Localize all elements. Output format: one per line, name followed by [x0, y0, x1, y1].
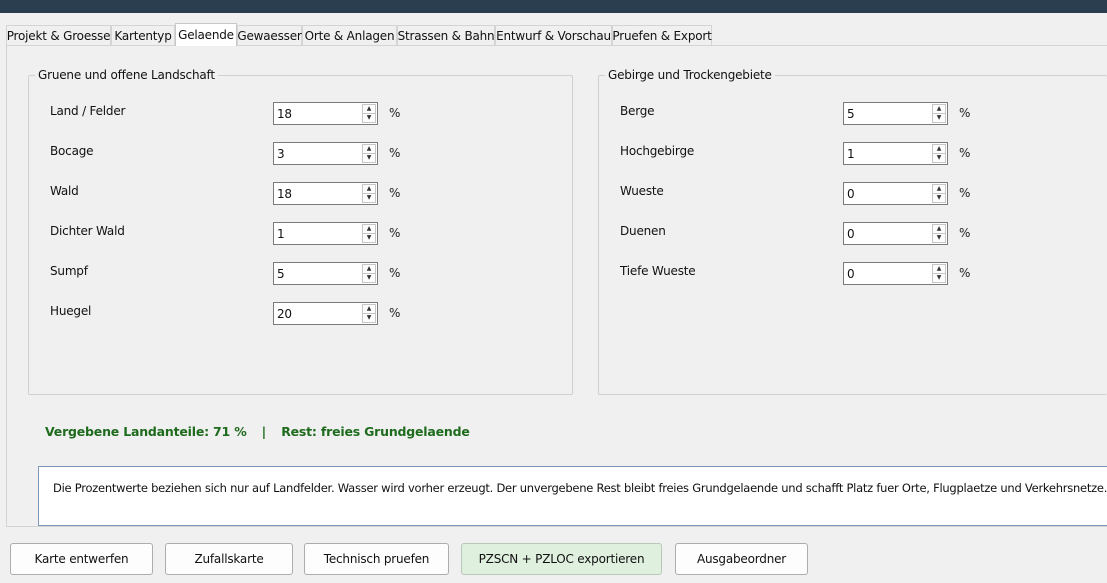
spin-up-icon[interactable]: ▲: [362, 184, 376, 194]
spinbox-value[interactable]: [275, 105, 359, 122]
unit-percent: %: [959, 106, 971, 120]
spinbox-wald[interactable]: ▲▼: [273, 182, 378, 205]
unit-percent: %: [959, 186, 971, 200]
spinbox-value[interactable]: [845, 265, 929, 282]
spin-down-icon[interactable]: ▼: [932, 234, 946, 243]
window-titlebar: [0, 0, 1107, 13]
spinbox-value[interactable]: [275, 225, 359, 242]
label-tiefe-wueste: Tiefe Wueste: [620, 264, 696, 278]
spinbox-sumpf[interactable]: ▲▼: [273, 262, 378, 285]
tab-gelaende[interactable]: Gelaende: [175, 23, 237, 46]
spinbox-value[interactable]: [275, 185, 359, 202]
technical-check-button[interactable]: Technisch pruefen: [304, 543, 449, 575]
spinbox-hochgebirge[interactable]: ▲▼: [843, 142, 948, 165]
spinbox-value[interactable]: [845, 145, 929, 162]
summary-rest: Rest: freies Grundgelaende: [281, 424, 470, 439]
info-box: Die Prozentwerte beziehen sich nur auf L…: [38, 466, 1107, 526]
spinbox-value[interactable]: [845, 225, 929, 242]
spin-up-icon[interactable]: ▲: [932, 104, 946, 114]
tab-gewaesser[interactable]: Gewaesser: [237, 25, 302, 46]
output-folder-button[interactable]: Ausgabeordner: [675, 543, 808, 575]
unit-percent: %: [389, 146, 401, 160]
unit-percent: %: [389, 186, 401, 200]
label-wueste: Wueste: [620, 184, 664, 198]
unit-percent: %: [389, 306, 401, 320]
info-text: Die Prozentwerte beziehen sich nur auf L…: [53, 481, 1107, 495]
unit-percent: %: [389, 266, 401, 280]
spin-up-icon[interactable]: ▲: [362, 224, 376, 234]
land-share-summary: Vergebene Landanteile: 71 % | Rest: frei…: [45, 424, 470, 439]
groupbox-title: Gebirge und Trockengebiete: [605, 68, 775, 82]
summary-separator: |: [261, 424, 267, 439]
tab-bar: Projekt & Groesse Kartentyp Gelaende Gew…: [6, 23, 1107, 46]
label-land-felder: Land / Felder: [50, 104, 126, 118]
spinbox-tiefe-wueste[interactable]: ▲▼: [843, 262, 948, 285]
unit-percent: %: [959, 146, 971, 160]
spinbox-wueste[interactable]: ▲▼: [843, 182, 948, 205]
spinbox-bocage[interactable]: ▲▼: [273, 142, 378, 165]
spin-down-icon[interactable]: ▼: [362, 274, 376, 283]
spinbox-duenen[interactable]: ▲▼: [843, 222, 948, 245]
unit-percent: %: [959, 226, 971, 240]
spinbox-value[interactable]: [275, 265, 359, 282]
spin-down-icon[interactable]: ▼: [362, 194, 376, 203]
tab-orte-anlagen[interactable]: Orte & Anlagen: [302, 25, 397, 46]
label-duenen: Duenen: [620, 224, 666, 238]
tab-pruefen-export[interactable]: Pruefen & Export: [612, 25, 712, 46]
spinbox-value[interactable]: [845, 105, 929, 122]
export-button[interactable]: PZSCN + PZLOC exportieren: [461, 543, 662, 575]
spin-up-icon[interactable]: ▲: [932, 264, 946, 274]
label-bocage: Bocage: [50, 144, 94, 158]
spin-down-icon[interactable]: ▼: [932, 194, 946, 203]
summary-allocated: Vergebene Landanteile: 71 %: [45, 424, 247, 439]
spin-down-icon[interactable]: ▼: [362, 154, 376, 163]
unit-percent: %: [389, 106, 401, 120]
tab-kartentyp[interactable]: Kartentyp: [111, 25, 175, 46]
spinbox-berge[interactable]: ▲▼: [843, 102, 948, 125]
groupbox-title: Gruene und offene Landschaft: [35, 68, 218, 82]
spin-up-icon[interactable]: ▲: [362, 264, 376, 274]
tab-strassen-bahn[interactable]: Strassen & Bahn: [397, 25, 495, 46]
spinbox-land-felder[interactable]: ▲▼: [273, 102, 378, 125]
random-map-button[interactable]: Zufallskarte: [165, 543, 293, 575]
design-map-button[interactable]: Karte entwerfen: [10, 543, 153, 575]
spin-up-icon[interactable]: ▲: [362, 104, 376, 114]
spin-up-icon[interactable]: ▲: [932, 184, 946, 194]
tab-projekt-groesse[interactable]: Projekt & Groesse: [6, 25, 111, 46]
spinbox-value[interactable]: [275, 145, 359, 162]
spin-down-icon[interactable]: ▼: [932, 274, 946, 283]
label-dichter-wald: Dichter Wald: [50, 224, 125, 238]
spin-down-icon[interactable]: ▼: [362, 114, 376, 123]
label-sumpf: Sumpf: [50, 264, 88, 278]
label-berge: Berge: [620, 104, 655, 118]
spinbox-huegel[interactable]: ▲▼: [273, 302, 378, 325]
tab-entwurf-vorschau[interactable]: Entwurf & Vorschau: [495, 25, 612, 46]
label-wald: Wald: [50, 184, 79, 198]
spin-up-icon[interactable]: ▲: [932, 224, 946, 234]
spin-up-icon[interactable]: ▲: [362, 304, 376, 314]
label-hochgebirge: Hochgebirge: [620, 144, 695, 158]
unit-percent: %: [389, 226, 401, 240]
spinbox-dichter-wald[interactable]: ▲▼: [273, 222, 378, 245]
spin-down-icon[interactable]: ▼: [362, 234, 376, 243]
spinbox-value[interactable]: [275, 305, 359, 322]
label-huegel: Huegel: [50, 304, 92, 318]
spin-up-icon[interactable]: ▲: [362, 144, 376, 154]
spin-down-icon[interactable]: ▼: [932, 114, 946, 123]
spin-up-icon[interactable]: ▲: [932, 144, 946, 154]
spinbox-value[interactable]: [845, 185, 929, 202]
spin-down-icon[interactable]: ▼: [362, 314, 376, 323]
spin-down-icon[interactable]: ▼: [932, 154, 946, 163]
unit-percent: %: [959, 266, 971, 280]
